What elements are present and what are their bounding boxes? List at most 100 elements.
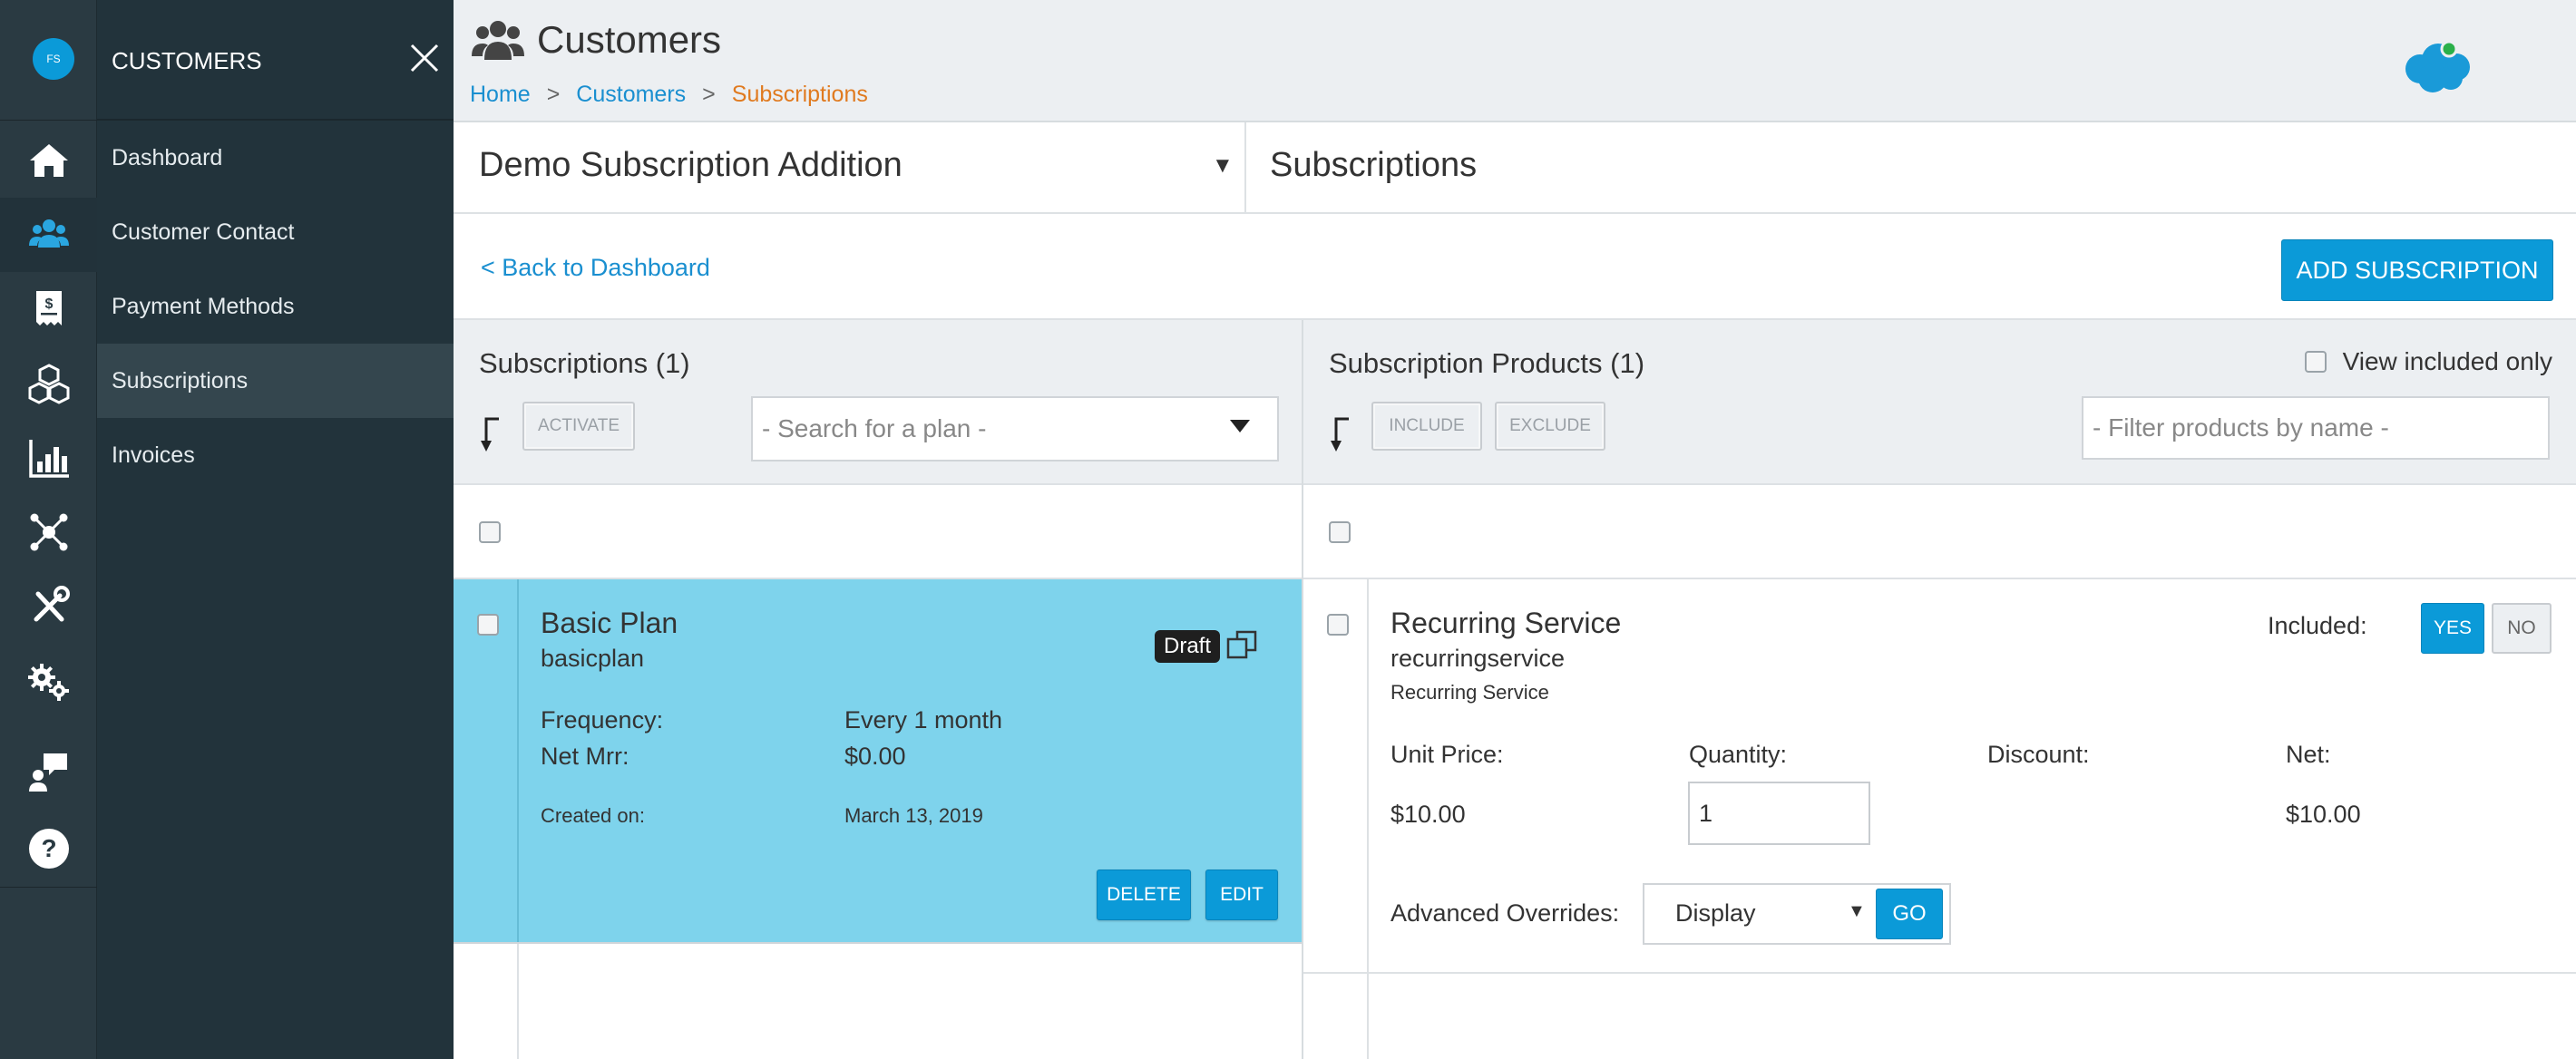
network-icon xyxy=(30,513,67,551)
gears-icon xyxy=(27,664,69,701)
frequency-label: Frequency: xyxy=(541,706,664,734)
caret-down-icon: ▼ xyxy=(1848,901,1866,921)
rail-billing[interactable]: $ xyxy=(0,272,97,346)
sort-arrow-icon[interactable] xyxy=(1331,415,1354,455)
rail-divider-bottom xyxy=(0,887,97,888)
net-value: $10.00 xyxy=(2286,801,2361,828)
product-description: Recurring Service xyxy=(1390,681,1549,704)
delete-button[interactable]: DELETE xyxy=(1097,870,1191,920)
rail-network[interactable] xyxy=(0,495,97,569)
copy-icon[interactable] xyxy=(1226,630,1257,661)
subscriptions-panel-header: Subscriptions (1) ACTIVATE - Search for … xyxy=(454,320,1302,485)
close-icon[interactable] xyxy=(408,42,441,74)
users-icon xyxy=(28,219,69,248)
rail-reports[interactable] xyxy=(0,421,97,495)
bar-chart-icon xyxy=(28,440,69,478)
products-panel-header: Subscription Products (1) View included … xyxy=(1303,320,2576,485)
plan-card[interactable]: Basic Plan basicplan Draft Frequency: Ev… xyxy=(454,579,1302,944)
rail-support[interactable] xyxy=(0,734,97,809)
page-title: Customers xyxy=(537,18,722,61)
tools-icon xyxy=(34,586,70,622)
rail-products[interactable] xyxy=(0,346,97,421)
avatar[interactable]: FS xyxy=(33,38,74,80)
net-mrr-value: $0.00 xyxy=(844,743,906,770)
title-row: Demo Subscription Addition ▼ Subscriptio… xyxy=(454,122,2576,214)
sort-arrow-icon[interactable] xyxy=(481,415,504,455)
select-all-row xyxy=(454,485,1302,579)
select-all-checkbox[interactable] xyxy=(479,521,501,543)
chevron-down-icon xyxy=(1230,420,1250,432)
breadcrumb: Home > Customers > Subscriptions xyxy=(470,82,868,108)
plan-code: basicplan xyxy=(541,645,645,672)
rail-customers[interactable] xyxy=(0,198,97,272)
view-included-checkbox[interactable] xyxy=(2304,351,2327,373)
included-yes-button[interactable]: YES xyxy=(2421,603,2484,654)
rail-home[interactable] xyxy=(0,123,97,198)
quantity-input[interactable]: 1 xyxy=(1688,782,1870,845)
net-mrr-label: Net Mrr: xyxy=(541,743,629,770)
products-title: Subscription Products (1) xyxy=(1329,347,1645,379)
sidebar-item-payment-methods[interactable]: Payment Methods xyxy=(97,269,454,344)
view-included-toggle[interactable]: View included only xyxy=(2304,347,2552,376)
home-icon xyxy=(29,144,68,177)
plan-checkbox[interactable] xyxy=(477,614,499,636)
add-subscription-button[interactable]: ADD SUBSCRIPTION xyxy=(2281,239,2553,301)
section-title: Subscriptions xyxy=(1270,146,1478,184)
sidebar-item-customer-contact[interactable]: Customer Contact xyxy=(97,195,454,269)
help-icon: ? xyxy=(28,829,69,869)
divider xyxy=(1244,122,1246,214)
product-name: Recurring Service xyxy=(1390,607,1622,639)
status-badge: Draft xyxy=(1155,630,1221,663)
cubes-icon xyxy=(28,364,69,404)
sidebar-item-invoices[interactable]: Invoices xyxy=(97,418,454,492)
breadcrumb-separator: > xyxy=(702,82,716,107)
sidebar-item-dashboard[interactable]: Dashboard xyxy=(97,121,454,195)
nav-title: CUSTOMERS xyxy=(112,47,262,74)
users-icon xyxy=(472,21,524,60)
card-gutter xyxy=(454,579,519,942)
empty-gutter xyxy=(454,944,519,1059)
svg-text:?: ? xyxy=(41,834,56,862)
caret-down-icon[interactable]: ▼ xyxy=(1212,153,1234,179)
sidebar-item-subscriptions[interactable]: Subscriptions xyxy=(97,344,454,418)
empty-gutter xyxy=(1303,974,1369,1059)
nav-header: CUSTOMERS xyxy=(97,0,454,121)
page-header: Customers Home > Customers > Subscriptions xyxy=(454,0,2576,122)
cloud-logo-icon xyxy=(2405,40,2470,92)
select-all-checkbox[interactable] xyxy=(1329,521,1351,543)
rail-help[interactable]: ? xyxy=(0,811,97,886)
plan-search-placeholder: - Search for a plan - xyxy=(762,414,987,442)
svg-text:$: $ xyxy=(44,296,53,312)
rail-settings[interactable] xyxy=(0,644,97,718)
exclude-button[interactable]: EXCLUDE xyxy=(1495,402,1605,451)
breadcrumb-separator: > xyxy=(546,82,561,107)
plan-search-select[interactable]: - Search for a plan - xyxy=(751,396,1279,461)
product-card: Recurring Service recurringservice Recur… xyxy=(1303,579,2576,974)
sidebar-nav: CUSTOMERS Dashboard Customer Contact Pay… xyxy=(97,0,454,1059)
breadcrumb-customers[interactable]: Customers xyxy=(576,82,686,107)
unit-price-value: $10.00 xyxy=(1390,801,1466,828)
rail-tools[interactable] xyxy=(0,569,97,644)
subscription-products-panel: Subscription Products (1) View included … xyxy=(1303,320,2576,1059)
advanced-overrides-select[interactable]: Display ▼ GO xyxy=(1643,883,1951,945)
edit-button[interactable]: EDIT xyxy=(1205,870,1278,920)
included-no-button[interactable]: NO xyxy=(2492,603,2552,654)
go-button[interactable]: GO xyxy=(1876,889,1943,939)
product-checkbox[interactable] xyxy=(1327,614,1349,636)
quantity-label: Quantity: xyxy=(1689,741,1788,768)
product-filter-input[interactable]: - Filter products by name - xyxy=(2082,396,2550,460)
included-label: Included: xyxy=(2268,612,2367,639)
product-code: recurringservice xyxy=(1390,645,1566,672)
breadcrumb-home[interactable]: Home xyxy=(470,82,531,107)
back-to-dashboard-link[interactable]: < Back to Dashboard xyxy=(481,254,710,282)
advanced-overrides-label: Advanced Overrides: xyxy=(1390,899,1620,927)
card-gutter xyxy=(1303,579,1369,972)
plan-name: Basic Plan xyxy=(541,607,678,639)
select-all-row xyxy=(1303,485,2576,579)
include-button[interactable]: INCLUDE xyxy=(1371,402,1482,451)
action-row: < Back to Dashboard ADD SUBSCRIPTION xyxy=(454,214,2576,320)
customer-select[interactable]: Demo Subscription Addition xyxy=(479,146,903,185)
subscriptions-title: Subscriptions (1) xyxy=(479,347,690,379)
activate-button[interactable]: ACTIVATE xyxy=(522,402,635,451)
icon-rail: FS $ ? xyxy=(0,0,97,1059)
